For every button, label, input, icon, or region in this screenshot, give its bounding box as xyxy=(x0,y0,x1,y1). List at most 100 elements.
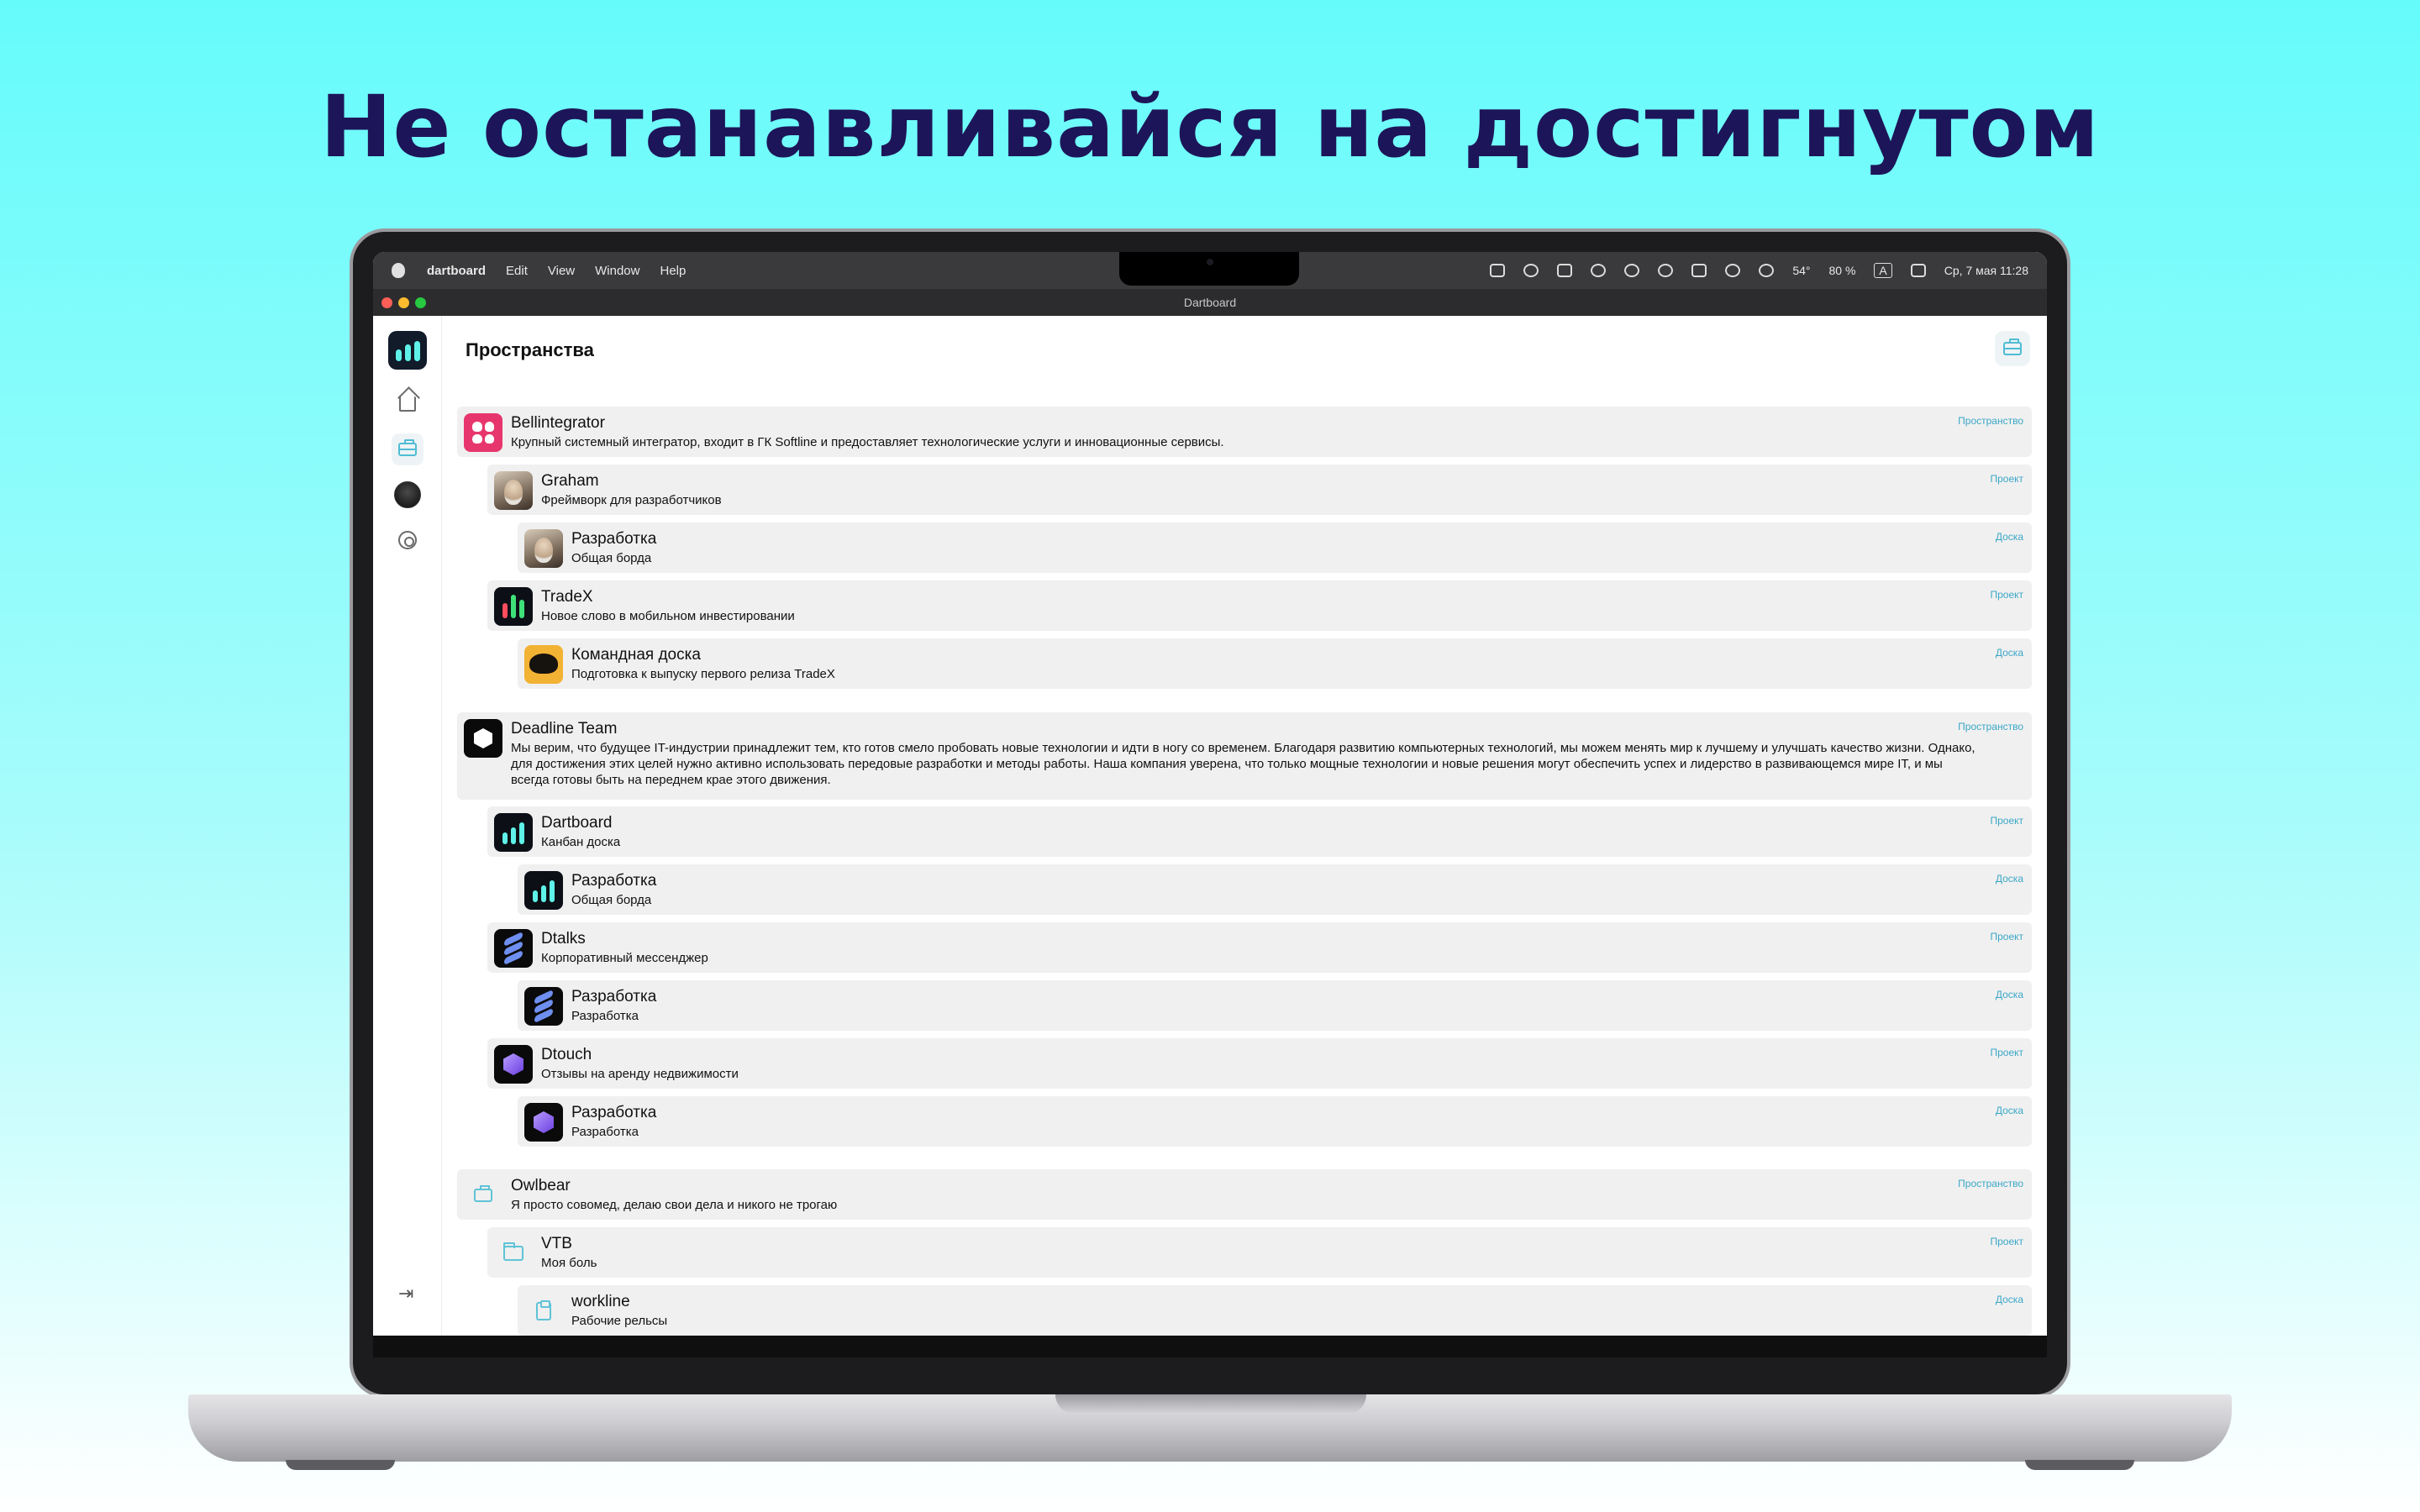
dtouch-logo-icon xyxy=(524,1103,563,1142)
list-item-board[interactable]: workline Рабочие рельсы Доска xyxy=(518,1285,2032,1336)
item-type-badge: Пространство xyxy=(1958,1178,2023,1189)
input-source[interactable]: A xyxy=(1874,263,1892,278)
vpn-icon[interactable] xyxy=(1658,264,1674,277)
item-type-badge: Пространство xyxy=(1958,415,2023,427)
list-item-project[interactable]: Graham Фреймворк для разработчиков Проек… xyxy=(487,465,2032,515)
item-type-badge: Проект xyxy=(1990,815,2023,827)
nav-spaces-button[interactable] xyxy=(392,433,424,465)
menubar-clock[interactable]: Ср, 7 мая 11:28 xyxy=(1944,264,2028,277)
nav-home-button[interactable] xyxy=(392,388,424,420)
item-description: Новое слово в мобильном инвестировании xyxy=(541,609,795,623)
menu-help[interactable]: Help xyxy=(660,264,686,278)
item-title: Deadline Team xyxy=(511,720,618,738)
control-center-icon[interactable] xyxy=(1910,264,1926,277)
item-title: Owlbear xyxy=(511,1177,571,1194)
gear-icon xyxy=(398,531,417,549)
wechat-icon[interactable] xyxy=(1624,264,1640,277)
apple-icon[interactable] xyxy=(392,263,405,278)
item-title: Graham xyxy=(541,472,599,490)
temperature-readout[interactable]: 54° xyxy=(1792,264,1810,277)
screenshot-icon[interactable] xyxy=(1490,264,1506,277)
briefcase-icon xyxy=(464,1176,502,1215)
dartboard-app: Пространства Bellintegrator Крупный сист… xyxy=(373,316,2047,1336)
item-type-badge: Доска xyxy=(1995,1294,2023,1305)
figma-icon[interactable] xyxy=(1557,264,1573,277)
briefcase-icon xyxy=(398,439,417,456)
item-description: Разработка xyxy=(571,1009,639,1023)
list-item-space[interactable]: Owlbear Я просто совомед, делаю свои дел… xyxy=(457,1169,2032,1220)
time-machine-icon[interactable] xyxy=(1759,264,1775,277)
item-description: Общая борда xyxy=(571,893,652,907)
list-item-project[interactable]: Dtouch Отзывы на аренду недвижимости Про… xyxy=(487,1038,2032,1089)
bellintegrator-logo-icon xyxy=(464,413,502,452)
item-title: Командная доска xyxy=(571,646,701,664)
list-item-project[interactable]: Dartboard Канбан доска Проект xyxy=(487,806,2032,857)
item-type-badge: Проект xyxy=(1990,589,2023,601)
zoom-window-button[interactable] xyxy=(415,297,426,308)
laptop-foot xyxy=(2025,1460,2134,1470)
item-description: Моя боль xyxy=(541,1256,597,1270)
dartboard-logo-icon xyxy=(494,813,533,852)
item-description: Я просто совомед, делаю свои дела и нико… xyxy=(511,1198,838,1212)
status-area: 54° 80 % A Ср, 7 мая 11:28 xyxy=(1490,252,2028,289)
item-type-badge: Доска xyxy=(1995,873,2023,885)
dartboard-logo-icon[interactable] xyxy=(388,331,427,370)
list-item-board[interactable]: Разработка Разработка Доска xyxy=(518,1096,2032,1147)
menu-app-name[interactable]: dartboard xyxy=(427,264,486,278)
briefcase-icon xyxy=(2003,339,2022,355)
item-type-badge: Доска xyxy=(1995,989,2023,1000)
item-title: Разработка xyxy=(571,988,657,1005)
dtouch-logo-icon xyxy=(494,1045,533,1084)
item-description: Канбан доска xyxy=(541,835,621,849)
menu-view[interactable]: View xyxy=(548,264,575,278)
item-description: Мы верим, что будущее IT-индустрии прина… xyxy=(511,741,1975,787)
nav-profile-button[interactable] xyxy=(392,479,424,511)
close-window-button[interactable] xyxy=(381,297,392,308)
battery-readout[interactable]: 80 % xyxy=(1829,264,1856,277)
item-type-badge: Проект xyxy=(1990,1047,2023,1058)
item-title: TradeX xyxy=(541,588,593,606)
list-item-board[interactable]: Разработка Общая борда Доска xyxy=(518,864,2032,915)
list-item-board[interactable]: Разработка Разработка Доска xyxy=(518,980,2032,1031)
list-item-board[interactable]: Разработка Общая борда Доска xyxy=(518,522,2032,573)
item-description: Общая борда xyxy=(571,551,652,565)
screen-bezel-bottom xyxy=(373,1336,2047,1357)
item-title: Dtouch xyxy=(541,1046,592,1063)
hand-icon[interactable] xyxy=(1523,264,1539,277)
list-item-project[interactable]: Dtalks Корпоративный мессенджер Проект xyxy=(487,922,2032,973)
wifi-icon[interactable] xyxy=(1725,264,1741,277)
page-title: Пространства xyxy=(466,339,594,360)
minimize-window-button[interactable] xyxy=(398,297,409,308)
laptop-opening-notch xyxy=(1055,1394,1366,1415)
nav-settings-button[interactable] xyxy=(392,524,424,556)
item-title: Разработка xyxy=(571,530,657,548)
list-item-space[interactable]: Bellintegrator Крупный системный интегра… xyxy=(457,407,2032,457)
list-item-space[interactable]: Deadline Team Мы верим, что будущее IT-и… xyxy=(457,712,2032,800)
item-type-badge: Доска xyxy=(1995,647,2023,659)
item-title: Dartboard xyxy=(541,814,613,832)
laptop-screen: dartboard Edit View Window Help 54° 80 %… xyxy=(373,252,2047,1336)
window-titlebar[interactable]: Dartboard xyxy=(373,289,2047,316)
camera-icon xyxy=(1207,259,1213,265)
add-space-button[interactable] xyxy=(1995,331,2030,366)
item-type-badge: Пространство xyxy=(1958,721,2023,732)
item-description: Разработка xyxy=(571,1125,639,1139)
item-type-badge: Проект xyxy=(1990,1236,2023,1247)
window-title: Dartboard xyxy=(1183,296,1237,309)
hexagon-logo-icon xyxy=(464,719,502,758)
menu-window[interactable]: Window xyxy=(595,264,639,278)
home-icon xyxy=(399,396,416,412)
list-item-board[interactable]: Командная доска Подготовка к выпуску пер… xyxy=(518,638,2032,689)
clipboard-icon xyxy=(524,1292,563,1331)
dtalks-logo-icon xyxy=(494,929,533,968)
list-item-project[interactable]: TradeX Новое слово в мобильном инвестиро… xyxy=(487,580,2032,631)
graham-portrait-icon xyxy=(524,529,563,568)
accessibility-icon[interactable] xyxy=(1591,264,1607,277)
list-item-project[interactable]: VTB Моя боль Проект xyxy=(487,1227,2032,1278)
menu-edit[interactable]: Edit xyxy=(506,264,528,278)
graham-portrait-icon xyxy=(494,471,533,510)
volume-icon[interactable] xyxy=(1691,264,1707,277)
collapse-sidebar-button[interactable] xyxy=(392,1280,424,1312)
main-content: Пространства Bellintegrator Крупный сист… xyxy=(442,316,2047,1336)
item-description: Подготовка к выпуску первого релиза Trad… xyxy=(571,667,835,681)
